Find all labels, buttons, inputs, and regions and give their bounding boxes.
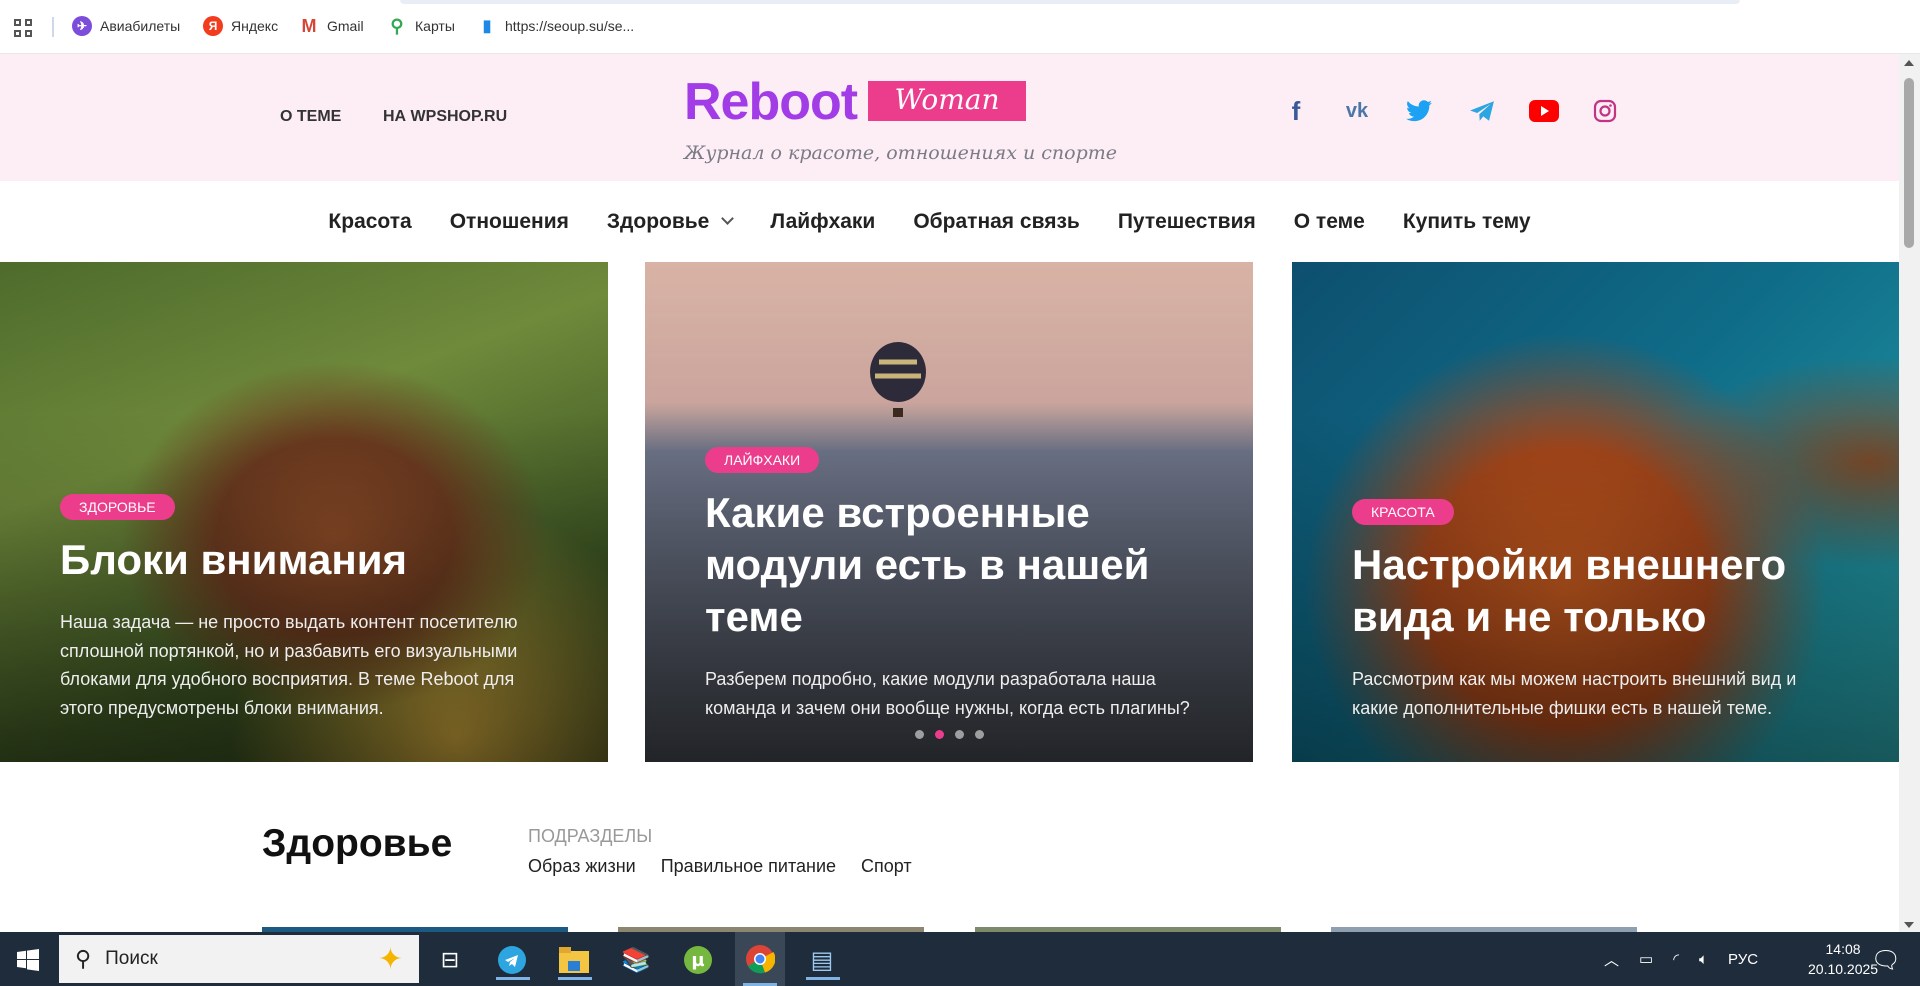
bookmark-maps[interactable]: ⚲ Карты (387, 16, 455, 36)
volume-icon[interactable]: 🔈︎ (1699, 951, 1708, 968)
language-indicator[interactable]: РУС (1728, 951, 1758, 968)
bookmark-label: Яндекс (231, 18, 279, 34)
subsection-links: Образ жизни Правильное питание Спорт (528, 856, 912, 877)
search-placeholder: Поиск (105, 948, 158, 969)
header-link-wpshop[interactable]: НА WPSHOP.RU (383, 108, 507, 126)
gmail-icon: M (301, 15, 317, 36)
bookmarks-bar: ✈ Авиабилеты Я Яндекс M Gmail ⚲ Карты ▮ https… (0, 0, 1920, 54)
bookmark-yandex[interactable]: Я Яндекс (203, 16, 278, 36)
globe-plane-icon: ✈ (72, 16, 92, 36)
maps-pin-icon: ⚲ (390, 15, 404, 36)
telegram-app-icon[interactable] (492, 940, 532, 980)
slide-excerpt: Разберем подробно, какие модули разработ… (705, 669, 1190, 718)
clock-time: 14:08 (1825, 941, 1861, 957)
bookmark-label: https://seoup.su/se... (505, 18, 635, 34)
main-nav: Красота Отношения Здоровье Лайфхаки Обра… (0, 181, 1899, 262)
subsections-label: ПОДРАЗДЕЛЫ (528, 826, 653, 846)
category-badge[interactable]: Лайфхаки (705, 447, 820, 473)
slide-excerpt: Наша задача — не просто выдать контент п… (60, 612, 518, 718)
chevron-up-icon[interactable]: ︿ (1604, 949, 1619, 970)
logo-badge: Woman (868, 81, 1026, 121)
slide-card[interactable]: Здоровье Блоки внимания Наша задача — не… (0, 262, 608, 762)
slide-title[interactable]: Какие встроенные модули есть в нашей тем… (705, 487, 1193, 643)
address-bar-edge (400, 0, 1740, 4)
bookmark-label: Карты (415, 18, 455, 34)
nav-item-about[interactable]: О теме (1294, 210, 1365, 234)
utorrent-icon[interactable]: µ (678, 940, 718, 980)
bookmark-label: Авиабилеты (100, 18, 181, 34)
category-badge[interactable]: Красота (1352, 499, 1454, 525)
slide-card[interactable]: Лайфхаки Какие встроенные модули есть в … (645, 262, 1253, 762)
telegram-icon[interactable] (1467, 96, 1497, 126)
subsection-link[interactable]: Образ жизни (528, 856, 636, 877)
taskbar: ⚲ Поиск ✦ ⊟ 📚 µ ▤ ︿ ▭ ◜ 🔈︎ РУС 14:08 20.… (0, 932, 1920, 986)
system-tray: ︿ ▭ ◜ 🔈︎ РУС (1604, 932, 1758, 986)
chrome-icon[interactable] (735, 932, 785, 986)
nav-item-beauty[interactable]: Красота (328, 210, 411, 234)
slider-pagination (915, 730, 984, 739)
logo-main: Reboot (684, 73, 858, 131)
slide-title[interactable]: Блоки внимания (60, 534, 548, 586)
slide-card[interactable]: Красота Настройки внешнего вида и не тол… (1292, 262, 1900, 762)
subsection-link[interactable]: Правильное питание (661, 856, 836, 877)
nav-item-lifehacks[interactable]: Лайфхаки (770, 210, 875, 234)
battery-icon[interactable]: ▭ (1639, 950, 1653, 968)
svg-text:µ: µ (691, 950, 704, 971)
bookmark-label: Gmail (327, 18, 364, 34)
nav-item-relations[interactable]: Отношения (450, 210, 569, 234)
taskbar-search[interactable]: ⚲ Поиск ✦ (59, 935, 419, 983)
scrollbar[interactable] (1899, 54, 1920, 932)
search-icon: ⚲ (75, 946, 92, 971)
slider-dot[interactable] (915, 730, 924, 739)
apps-grid-icon[interactable] (14, 19, 32, 37)
bar-chart-icon: ▮ (482, 18, 492, 35)
sparkle-icon: ✦ (377, 942, 403, 976)
notepad-icon[interactable]: ▤ (802, 940, 842, 980)
bookmark-aviabilety[interactable]: ✈ Авиабилеты (72, 16, 180, 36)
youtube-icon[interactable] (1529, 96, 1559, 126)
site-header: О ТЕМЕ НА WPSHOP.RU Reboot Woman Журнал … (0, 54, 1899, 181)
vk-icon[interactable]: vk (1342, 96, 1372, 126)
winrar-icon[interactable]: 📚 (616, 940, 656, 980)
slide-excerpt: Рассмотрим как мы можем настроить внешни… (1352, 669, 1797, 718)
category-badge[interactable]: Здоровье (60, 494, 175, 520)
task-view-icon[interactable]: ⊟ (430, 940, 470, 980)
scroll-down-icon[interactable] (1904, 922, 1914, 928)
notifications-icon[interactable]: 🗨︎ (1866, 940, 1906, 980)
chevron-down-icon (721, 212, 735, 225)
slider-dot[interactable] (955, 730, 964, 739)
header-link-about[interactable]: О ТЕМЕ (280, 108, 341, 126)
site-tagline: Журнал о красоте, отношениях и спорте (684, 142, 1118, 164)
instagram-icon[interactable] (1590, 96, 1620, 126)
slider-dot-active[interactable] (935, 730, 944, 739)
nav-label: Здоровье (606, 209, 710, 233)
subsection-link[interactable]: Спорт (861, 856, 912, 877)
section-title[interactable]: Здоровье (262, 822, 452, 866)
windows-start-icon[interactable] (8, 940, 48, 980)
yandex-icon: Я (203, 16, 223, 36)
file-explorer-icon[interactable] (554, 940, 594, 980)
bookmark-seoup[interactable]: ▮ https://seoup.su/se... (477, 16, 635, 36)
nav-item-buy[interactable]: Купить тему (1403, 210, 1531, 234)
slider-dot[interactable] (975, 730, 984, 739)
twitter-icon[interactable] (1404, 96, 1434, 126)
nav-item-health[interactable]: Здоровье (606, 209, 735, 234)
nav-item-travel[interactable]: Путешествия (1118, 210, 1256, 234)
slide-title[interactable]: Настройки внешнего вида и не только (1352, 539, 1840, 643)
nav-item-feedback[interactable]: Обратная связь (913, 210, 1079, 234)
scrollbar-thumb[interactable] (1904, 78, 1914, 248)
scroll-up-icon[interactable] (1904, 60, 1914, 66)
bookmark-gmail[interactable]: M Gmail (299, 16, 364, 36)
divider (52, 17, 54, 37)
facebook-icon[interactable]: f (1281, 96, 1311, 126)
wifi-icon[interactable]: ◜ (1673, 950, 1679, 968)
